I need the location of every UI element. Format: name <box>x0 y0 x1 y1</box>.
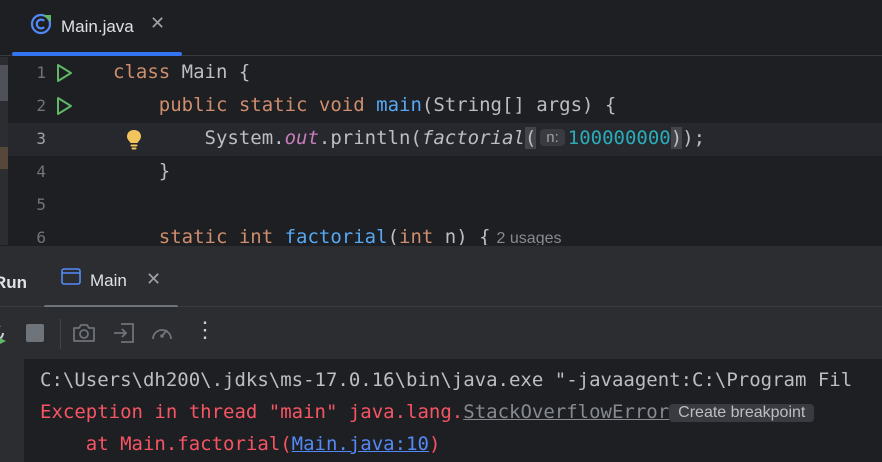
exception-link[interactable]: StackOverflowError <box>463 401 669 423</box>
code-line-5[interactable]: 5 <box>8 189 882 222</box>
source-link[interactable]: Main.java:10 <box>292 433 429 455</box>
console-line-stacktrace: at Main.factorial(Main.java:10) <box>40 433 441 455</box>
editor-tab-bar: Main.java ✕ <box>0 0 882 56</box>
editor-left-strip <box>0 57 8 245</box>
code-line-1[interactable]: 1 class Main { <box>8 57 882 90</box>
usages-hint[interactable]: 2 usages <box>497 230 562 245</box>
code-text: class Main { <box>113 61 251 83</box>
editor-tab-main-java[interactable]: Main.java ✕ <box>12 0 182 56</box>
strip-marker <box>0 147 8 169</box>
console-output[interactable]: C:\Users\dh200\.jdks\ms-17.0.16\bin\java… <box>24 359 882 462</box>
editor-tab-label: Main.java <box>61 17 134 36</box>
code-text: System.out.println(factorial(n: 100000000… <box>204 127 706 149</box>
java-class-icon <box>30 13 52 35</box>
line-number: 2 <box>36 96 46 115</box>
create-breakpoint-button[interactable]: Create breakpoint <box>669 404 815 422</box>
parameter-hint: n: <box>540 129 565 146</box>
camera-icon[interactable] <box>71 320 97 346</box>
code-line-3[interactable]: 3 System.out.println(factorial(n: 1000000… <box>8 123 882 156</box>
run-tool-window-header: Run Main ✕ <box>0 245 882 309</box>
console-icon <box>61 268 81 285</box>
code-line-2[interactable]: 2 public static void main(String[] args)… <box>8 90 882 123</box>
run-panel-title: Run <box>0 273 28 292</box>
run-tab-main[interactable]: Main ✕ <box>44 246 178 309</box>
code-line-6[interactable]: 6 static int factorial(int n) {2 usages <box>8 222 882 245</box>
code-line-4[interactable]: 4 } <box>8 156 882 189</box>
rerun-icon[interactable] <box>0 321 10 345</box>
line-number: 4 <box>36 162 46 181</box>
gauge-icon[interactable] <box>149 320 175 346</box>
run-gutter-icon[interactable] <box>54 96 74 116</box>
close-icon[interactable]: ✕ <box>146 269 161 290</box>
console-line-exception: Exception in thread "main" java.lang.Sta… <box>40 401 815 423</box>
line-number: 3 <box>36 129 46 148</box>
line-number: 6 <box>36 228 46 245</box>
code-text: public static void main(String[] args) { <box>158 94 617 116</box>
code-editor[interactable]: 1 class Main { 2 public static void main… <box>8 57 882 245</box>
strip-marker <box>0 65 8 101</box>
active-tab-indicator <box>12 52 182 56</box>
close-icon[interactable]: ✕ <box>150 13 165 34</box>
code-text: } <box>158 160 171 182</box>
line-number: 1 <box>36 63 46 82</box>
import-icon[interactable] <box>111 320 137 346</box>
console-gutter <box>0 359 24 462</box>
more-options-icon[interactable]: ⋮ <box>194 317 216 343</box>
stop-icon[interactable] <box>22 320 48 346</box>
line-number: 5 <box>36 195 46 214</box>
toolbar-separator <box>60 319 61 349</box>
run-toolbar: ⋮ <box>0 307 882 359</box>
run-gutter-icon[interactable] <box>54 63 74 83</box>
console-line-command: C:\Users\dh200\.jdks\ms-17.0.16\bin\java… <box>40 369 853 391</box>
code-text: static int factorial(int n) {2 usages <box>158 226 562 245</box>
run-tab-label: Main <box>90 271 127 290</box>
